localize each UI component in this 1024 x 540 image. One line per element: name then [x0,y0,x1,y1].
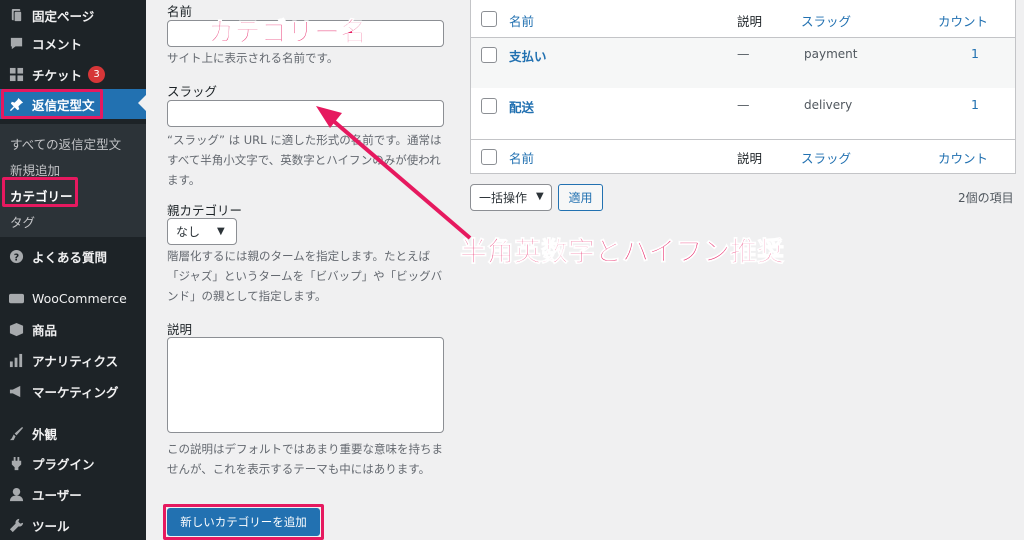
annotation-category-name: カテゴリー名 [208,18,368,49]
sidebar-item-label: コメント [32,36,83,52]
add-category-button[interactable]: 新しいカテゴリーを追加 [167,508,320,536]
sidebar-item-users[interactable]: ユーザー [0,479,146,509]
product-icon [8,321,24,337]
category-name-link[interactable]: 支払い [509,46,547,65]
sidebar-item-label: よくある質問 [32,249,108,265]
woocommerce-icon [8,290,24,306]
svg-text:?: ? [13,252,18,263]
comment-icon [8,35,24,51]
submenu: すべての返信定型文 新規追加 カテゴリー タグ [0,124,146,237]
table-header-row: 名前 説明 スラッグ カウント [471,0,1015,38]
sidebar-item-pages[interactable]: 固定ページ [0,0,146,30]
select-all-checkbox[interactable] [481,11,497,27]
slug-help: “スラッグ” は URL に適した形式の名前です。通常はすべて半角小文字で、英数… [167,133,442,187]
plugin-icon [8,455,24,471]
column-slug-footer[interactable]: スラッグ [801,148,851,167]
description-label: 説明 [167,322,193,337]
slug-label: スラッグ [167,84,218,99]
row-checkbox[interactable] [481,47,497,63]
column-name-footer[interactable]: 名前 [509,148,534,167]
sidebar-item-label: チケット [32,67,83,83]
items-count: 2個の項目 [958,191,1014,205]
slug-input[interactable] [167,100,444,127]
category-count-link[interactable]: 1 [971,46,979,61]
sidebar-item-label: ツール [32,518,70,534]
category-table: 名前 説明 スラッグ カウント 支払い — payment 1 配送 — del… [470,0,1016,174]
user-icon [8,486,24,502]
sidebar-item-label: プラグイン [32,456,95,472]
submenu-all-templates[interactable]: すべての返信定型文 [10,134,121,153]
sidebar-item-label: 外観 [32,426,58,442]
parent-help: 階層化するには親のタームを指定します。たとえば「ジャズ」というタームを「ビバップ… [167,249,443,303]
parent-label: 親カテゴリー [167,203,243,218]
ticket-count-badge: 3 [88,65,106,83]
select-all-checkbox-footer[interactable] [481,149,497,165]
sidebar-item-label: マーケティング [32,384,119,400]
apply-button[interactable]: 適用 [558,184,603,211]
column-count[interactable]: カウント [938,11,988,30]
description-textarea[interactable] [167,337,444,433]
sidebar-item-products[interactable]: 商品 [0,314,146,344]
sidebar-item-comments[interactable]: コメント [0,28,146,58]
sidebar-item-label: アナリティクス [32,353,119,369]
annotation-slug-note: 半角英数字とハイフン推奨 [460,237,785,269]
sidebar-item-faq[interactable]: ? よくある質問 [0,241,146,271]
category-slug: delivery [804,98,853,112]
sidebar-item-tools[interactable]: ツール [0,510,146,540]
name-help: サイト上に表示される名前です。 [167,51,339,65]
submenu-categories[interactable]: カテゴリー [10,186,73,205]
column-slug[interactable]: スラッグ [801,11,851,30]
column-count-footer[interactable]: カウント [938,148,988,167]
submenu-add-new[interactable]: 新規追加 [10,160,60,179]
category-description: — [737,97,750,112]
sidebar-item-label: WooCommerce [32,290,127,306]
analytics-icon [8,352,24,368]
description-help: この説明はデフォルトではあまり重要な意味を持ちませんが、これを表示するテーマも中… [167,442,443,476]
sidebar-item-plugins[interactable]: プラグイン [0,448,146,478]
category-name-link[interactable]: 配送 [509,97,534,116]
sidebar-item-reply-templates[interactable]: 返信定型文 [0,89,146,119]
megaphone-icon [8,383,24,399]
name-label: 名前 [167,4,193,19]
wrench-icon [8,517,24,533]
sidebar-item-label: ユーザー [32,487,82,503]
sidebar-item-label: 返信定型文 [32,97,95,113]
column-description: 説明 [737,14,763,29]
bulk-action-select[interactable]: 一括操作 [470,184,552,211]
table-footer-row: 名前 説明 スラッグ カウント [471,139,1015,173]
table-row: 支払い — payment 1 [471,38,1015,88]
sidebar-item-label: 固定ページ [32,8,95,24]
pages-icon [8,7,24,23]
help-icon: ? [8,248,24,264]
column-description-footer: 説明 [737,151,763,166]
sidebar-item-woocommerce[interactable]: WooCommerce [0,283,146,313]
parent-category-select[interactable]: なし [167,218,237,245]
sidebar-item-marketing[interactable]: マーケティング [0,376,146,406]
current-menu-arrow [138,95,146,111]
category-count-link[interactable]: 1 [971,97,979,112]
brush-icon [8,425,24,441]
row-checkbox[interactable] [481,98,497,114]
category-description: — [737,46,750,61]
sidebar-item-tickets[interactable]: チケット 3 [0,59,146,89]
admin-sidebar: 固定ページ コメント チケット 3 返信定型文 すべての返信定型文 新規追加 カ… [0,0,146,540]
category-slug: payment [804,47,858,61]
ticket-icon [8,66,24,82]
sidebar-item-analytics[interactable]: アナリティクス [0,345,146,375]
pin-icon [8,96,24,112]
sidebar-item-appearance[interactable]: 外観 [0,418,146,448]
table-row: 配送 — delivery 1 [471,88,1015,138]
column-name[interactable]: 名前 [509,11,534,30]
submenu-tags[interactable]: タグ [10,212,35,231]
sidebar-item-label: 商品 [32,322,58,338]
